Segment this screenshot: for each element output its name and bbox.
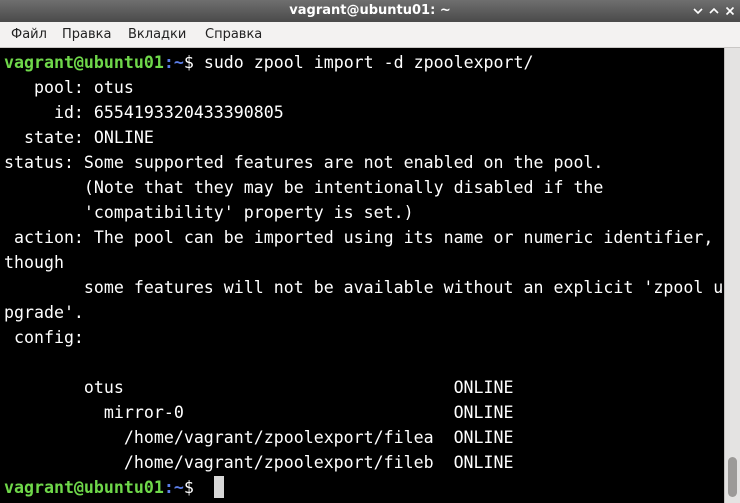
terminal-window: vagrant@ubuntu01: ~ Файл Правка Вкладки … — [0, 0, 740, 503]
output-line: action: The pool can be imported using i… — [4, 228, 714, 247]
output-line: /home/vagrant/zpoolexport/fileb ONLINE — [4, 453, 514, 472]
output-line: (Note that they may be intentionally dis… — [4, 178, 604, 197]
output-line: 'compatibility' property is set.) — [4, 203, 414, 222]
prompt-user-host: vagrant@ubuntu01 — [4, 53, 164, 72]
output-line: some features will not be available with… — [4, 278, 724, 297]
scrollbar-thumb[interactable] — [728, 457, 737, 497]
output-line: id: 6554193320433390805 — [4, 103, 284, 122]
active-prompt-line[interactable]: vagrant@ubuntu01:~$ — [4, 475, 224, 500]
vertical-scrollbar[interactable] — [724, 48, 740, 503]
output-line: mirror-0 ONLINE — [4, 403, 514, 422]
command-text: sudo zpool import -d zpoolexport/ — [203, 53, 534, 72]
text-cursor — [213, 476, 224, 498]
title-bar[interactable]: vagrant@ubuntu01: ~ — [0, 0, 740, 23]
prompt-path: :~ — [163, 53, 184, 72]
output-line: state: ONLINE — [4, 128, 154, 147]
maximize-icon[interactable] — [706, 3, 722, 19]
output-line: /home/vagrant/zpoolexport/filea ONLINE — [4, 428, 514, 447]
terminal-output[interactable]: vagrant@ubuntu01:~$ sudo zpool import -d… — [0, 48, 724, 503]
menu-help[interactable]: Справка — [205, 22, 262, 47]
output-line: though — [4, 253, 64, 272]
menu-bar: Файл Правка Вкладки Справка — [0, 22, 740, 48]
output-line: pool: otus — [4, 78, 134, 97]
prompt-symbol: $ — [183, 478, 204, 497]
menu-tabs[interactable]: Вкладки — [128, 22, 186, 47]
output-line: pgrade'. — [4, 303, 84, 322]
command-line: vagrant@ubuntu01:~$ sudo zpool import -d… — [4, 50, 534, 75]
prompt-symbol: $ — [183, 53, 204, 72]
output-line: otus ONLINE — [4, 378, 514, 397]
prompt-path: :~ — [163, 478, 184, 497]
prompt-user-host: vagrant@ubuntu01 — [4, 478, 164, 497]
output-line: status: Some supported features are not … — [4, 153, 604, 172]
window-title: vagrant@ubuntu01: ~ — [289, 3, 451, 18]
output-line: config: — [4, 328, 84, 347]
menu-file[interactable]: Файл — [11, 22, 47, 47]
menu-edit[interactable]: Правка — [62, 22, 111, 47]
close-icon[interactable] — [722, 3, 738, 19]
minimize-icon[interactable] — [690, 3, 706, 19]
